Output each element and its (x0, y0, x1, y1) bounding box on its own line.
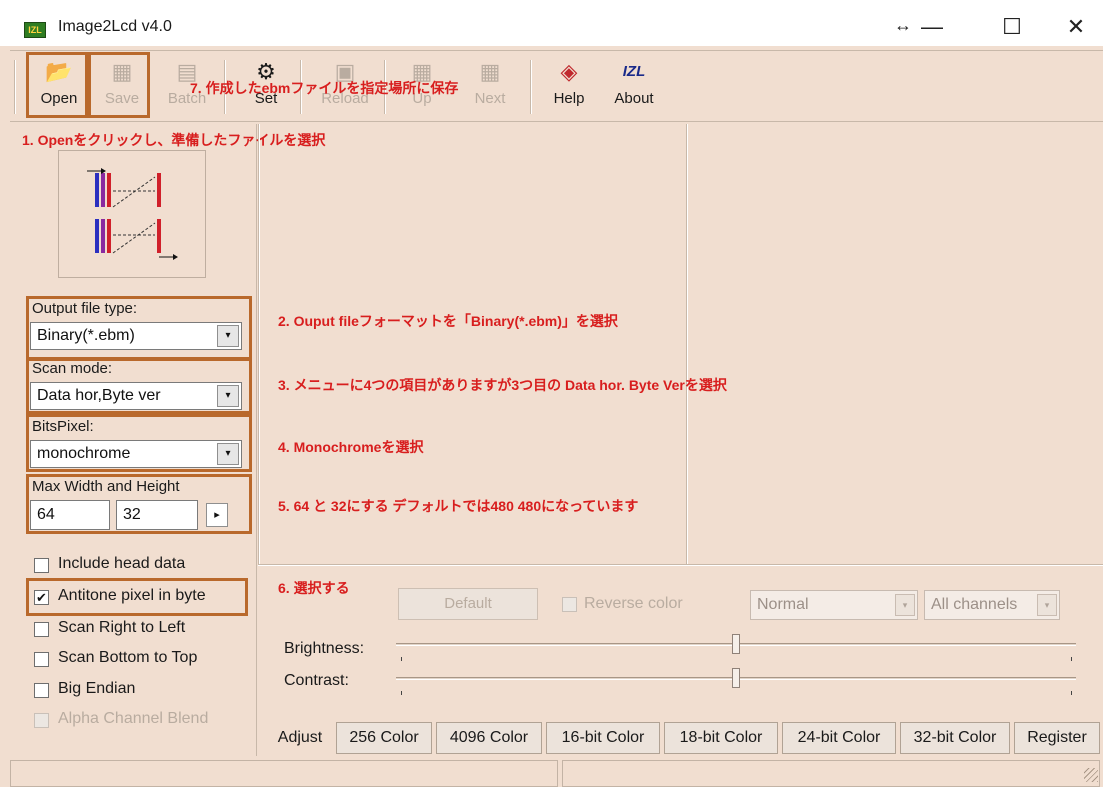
reverse-color-label: Reverse color (584, 595, 683, 612)
big-endian-checkbox[interactable] (34, 683, 49, 698)
tab-24-bit-color[interactable]: 24-bit Color (782, 722, 896, 754)
pane-divider (258, 124, 260, 564)
include-head-data-checkbox[interactable] (34, 558, 49, 573)
max-height-input[interactable]: 32 (116, 500, 198, 530)
tab-adjust[interactable]: Adjust (266, 722, 334, 754)
annotation-step2: 2. Ouput fileフォーマットを「Binary(*.ebm)」を選択 (278, 313, 618, 329)
dropdown-arrow-icon[interactable]: ▾ (217, 325, 239, 347)
reverse-color-checkbox[interactable] (562, 597, 577, 612)
scan-mode-value: Data hor,Byte ver (37, 387, 161, 404)
window-title: Image2Lcd v4.0 (58, 18, 172, 35)
close-button[interactable]: ✕ (1056, 12, 1096, 42)
output-file-type-select[interactable]: Binary(*.ebm) ▾ (30, 322, 242, 350)
next-label: Next (474, 90, 506, 107)
bitspixel-select[interactable]: monochrome ▾ (30, 440, 242, 468)
dropdown-arrow-icon[interactable]: ▾ (1037, 594, 1057, 616)
antitone-pixel-checkbox[interactable]: ✔ (34, 590, 49, 605)
channel-select[interactable]: All channels ▾ (924, 590, 1060, 620)
brightness-label: Brightness: (284, 640, 365, 657)
output-image-pane (690, 126, 1100, 562)
output-file-type-value: Binary(*.ebm) (37, 327, 135, 344)
alpha-channel-blend-label: Alpha Channel Blend (58, 710, 209, 727)
scan-mode-preview (58, 150, 206, 278)
annotation-step3: 3. メニューに4つの項目がありますが3つ目の Data hor. Byte V… (278, 377, 727, 393)
big-endian-label: Big Endian (58, 680, 136, 697)
channel-value: All channels (931, 596, 1018, 613)
help-label: Help (553, 90, 585, 107)
slider-tick (1071, 657, 1072, 661)
bitspixel-value: monochrome (37, 445, 131, 462)
color-mode-value: Normal (757, 596, 809, 613)
status-pane-left (10, 760, 558, 787)
resize-grip-icon[interactable] (1084, 768, 1098, 782)
default-button[interactable]: Default (398, 588, 538, 620)
minimize-button[interactable]: — (912, 12, 952, 42)
tab-32-bit-color[interactable]: 32-bit Color (900, 722, 1010, 754)
size-spin-button[interactable]: ▸ (206, 503, 228, 527)
tab-register[interactable]: Register (1014, 722, 1100, 754)
scan-right-to-left-checkbox[interactable] (34, 622, 49, 637)
scan-right-to-left-label: Scan Right to Left (58, 619, 186, 636)
slider-tick (401, 691, 402, 695)
next-button[interactable]: ▦ Next (462, 58, 518, 114)
scan-mode-label: Scan mode: (32, 360, 113, 377)
about-logo-icon: IZL (622, 63, 646, 80)
about-label: About (614, 90, 654, 107)
antitone-pixel-label: Antitone pixel in byte (58, 587, 206, 604)
max-width-height-label: Max Width and Height (32, 478, 180, 495)
tab-18-bit-color[interactable]: 18-bit Color (664, 722, 778, 754)
slider-tick (1071, 691, 1072, 695)
scan-bottom-to-top-checkbox[interactable] (34, 652, 49, 667)
color-mode-select[interactable]: Normal ▾ (750, 590, 918, 620)
slider-tick (401, 657, 402, 661)
pane-divider[interactable] (686, 124, 688, 564)
output-file-type-label: Output file type: (32, 300, 138, 317)
scan-mode-diagram-icon (87, 168, 178, 260)
open-highlight-box (26, 52, 88, 118)
max-width-input[interactable]: 64 (30, 500, 110, 530)
tab-16-bit-color[interactable]: 16-bit Color (546, 722, 660, 754)
scan-bottom-to-top-label: Scan Bottom to Top (58, 649, 198, 666)
app-logo-icon: IZL (24, 22, 46, 38)
annotation-step6: 6. 選択する (278, 580, 350, 596)
include-head-data-label: Include head data (58, 555, 186, 572)
about-button[interactable]: IZL About (604, 58, 664, 114)
pane-divider-horizontal (258, 564, 1103, 566)
tab-4096-color[interactable]: 4096 Color (436, 722, 542, 754)
next-icon: ▦ (479, 59, 501, 84)
help-button[interactable]: ◈ Help (544, 58, 594, 114)
dropdown-arrow-icon[interactable]: ▾ (895, 594, 915, 616)
help-icon: ◈ (560, 59, 578, 84)
annotation-step7: 7. 作成したebmファイルを指定場所に保存 (190, 80, 459, 96)
contrast-slider-thumb[interactable] (732, 668, 740, 688)
save-highlight-box (88, 52, 150, 118)
tab-256-color[interactable]: 256 Color (336, 722, 432, 754)
annotation-step4: 4. Monochromeを選択 (278, 439, 424, 455)
dropdown-arrow-icon[interactable]: ▾ (217, 385, 239, 407)
alpha-channel-blend-checkbox[interactable] (34, 713, 49, 728)
scan-mode-select[interactable]: Data hor,Byte ver ▾ (30, 382, 242, 410)
bitspixel-label: BitsPixel: (32, 418, 94, 435)
annotation-step5: 5. 64 と 32にする デフォルトでは480 480になっています (278, 498, 639, 514)
dropdown-arrow-icon[interactable]: ▾ (217, 443, 239, 465)
maximize-button[interactable]: ☐ (992, 12, 1032, 42)
contrast-label: Contrast: (284, 672, 349, 689)
toolbar-grip (14, 60, 16, 114)
brightness-slider-thumb[interactable] (732, 634, 740, 654)
toolbar-separator (530, 60, 532, 114)
status-pane-right (562, 760, 1100, 787)
